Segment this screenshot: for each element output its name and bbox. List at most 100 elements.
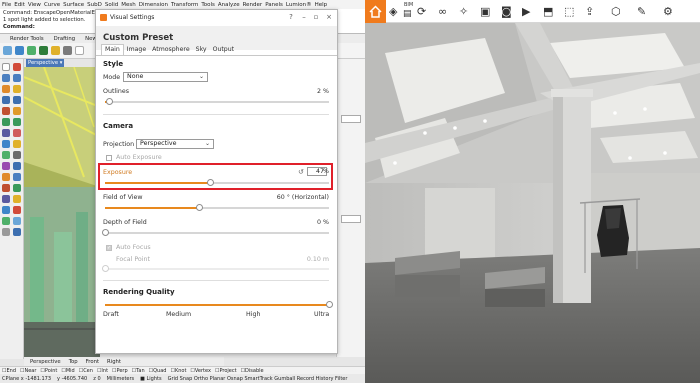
status-layer[interactable]: ■ Lights <box>140 376 161 382</box>
menu-subd[interactable]: SubD <box>87 2 102 8</box>
boolean-icon[interactable] <box>13 129 21 137</box>
viewport-tab-perspective[interactable]: Perspective <box>30 359 61 365</box>
perspective-viewport[interactable] <box>24 67 100 357</box>
dof-slider[interactable] <box>101 229 329 236</box>
menu-help[interactable]: Help <box>315 2 328 8</box>
osnap-near[interactable]: ☐Near <box>20 368 36 374</box>
render-icon[interactable] <box>13 228 21 236</box>
viewport-tab-top[interactable]: Top <box>69 359 78 365</box>
menu-view[interactable]: View <box>28 2 41 8</box>
maximize-icon[interactable]: ▫ <box>311 13 321 21</box>
tab-main[interactable]: Main <box>101 44 124 55</box>
status-units[interactable]: Millimeters <box>107 376 135 382</box>
walk-icon[interactable]: ∞ <box>438 6 447 17</box>
light-icon[interactable] <box>51 46 60 55</box>
menu-curve[interactable]: Curve <box>44 2 60 8</box>
trim-icon[interactable] <box>13 151 21 159</box>
menu-file[interactable]: File <box>2 2 11 8</box>
compass-icon[interactable]: ✧ <box>459 6 468 17</box>
solid-icon[interactable] <box>13 118 21 126</box>
mirror-icon[interactable] <box>2 195 10 203</box>
menu-panels[interactable]: Panels <box>265 2 283 8</box>
quality-high-label[interactable]: High <box>246 311 260 318</box>
video-icon[interactable]: ▶ <box>522 6 530 17</box>
split-icon[interactable] <box>2 151 10 159</box>
osnap-quad[interactable]: ☐Quad <box>149 368 167 374</box>
exposure-slider-thumb[interactable] <box>206 179 214 186</box>
quality-medium-label[interactable]: Medium <box>166 311 191 318</box>
settings-icon[interactable]: ⚙ <box>663 6 673 17</box>
osnap-perp[interactable]: ☐Perp <box>112 368 128 374</box>
menu-surface[interactable]: Surface <box>63 2 84 8</box>
move-icon[interactable] <box>2 173 10 181</box>
panorama-icon[interactable]: ⬒ <box>543 6 553 17</box>
osnap-project[interactable]: ☐Project <box>215 368 237 374</box>
display-icon[interactable] <box>63 46 72 55</box>
copy-icon[interactable] <box>13 173 21 181</box>
fov-slider-thumb[interactable] <box>195 204 203 211</box>
osnap-end[interactable]: ☐End <box>2 368 16 374</box>
dimension-icon[interactable] <box>2 206 10 214</box>
osnap-knot[interactable]: ☐Knot <box>170 368 186 374</box>
menu-edit[interactable]: Edit <box>14 2 25 8</box>
projection-select[interactable]: Perspective ⌄ <box>136 139 214 149</box>
menu-solid[interactable]: Solid <box>105 2 118 8</box>
curve-icon[interactable] <box>2 85 10 93</box>
fillet-icon[interactable] <box>2 140 10 148</box>
viewport-tab-right[interactable]: Right <box>107 359 121 365</box>
surface-icon[interactable] <box>13 107 21 115</box>
menu-render[interactable]: Render <box>243 2 263 8</box>
menu-transform[interactable]: Transform <box>171 2 198 8</box>
osnap-tan[interactable]: ☐Tan <box>132 368 145 374</box>
new-file-icon[interactable] <box>3 46 12 55</box>
exposure-slider[interactable] <box>105 179 329 186</box>
join-icon[interactable] <box>2 162 10 170</box>
quality-ultra-label[interactable]: Ultra <box>314 311 329 318</box>
layers-icon[interactable]: ◈ <box>389 6 397 17</box>
extrude-icon[interactable] <box>2 118 10 126</box>
offset-icon[interactable] <box>13 140 21 148</box>
menu-mesh[interactable]: Mesh <box>121 2 135 8</box>
cube-icon[interactable]: ⬚ <box>564 6 574 17</box>
enscape-render-view[interactable] <box>365 23 700 383</box>
camera-icon[interactable]: ◙ <box>501 6 512 17</box>
help-icon[interactable]: ? <box>286 13 296 21</box>
mesh-icon[interactable] <box>2 129 10 137</box>
status-modes[interactable]: Grid Snap Ortho Planar Osnap SmartTrack … <box>168 376 348 382</box>
menu-tools[interactable]: Tools <box>201 2 215 8</box>
osnap-int[interactable]: ☐Int <box>97 368 108 374</box>
dof-slider-thumb[interactable] <box>101 229 109 236</box>
fov-slider[interactable] <box>105 204 329 211</box>
panel-field[interactable] <box>341 115 361 123</box>
blank-icon[interactable] <box>75 46 84 55</box>
line-icon[interactable] <box>2 74 10 82</box>
menu-dimension[interactable]: Dimension <box>139 2 168 8</box>
tab-image[interactable]: Image <box>124 45 149 55</box>
outlines-slider[interactable] <box>105 98 329 105</box>
quality-slider-thumb[interactable] <box>325 301 333 308</box>
tab-output[interactable]: Output <box>210 45 238 55</box>
minimize-icon[interactable]: – <box>299 13 309 21</box>
clapper-icon[interactable]: ▣ <box>480 6 490 17</box>
osnap-disable[interactable]: ☐Disable <box>241 368 264 374</box>
menu-analyze[interactable]: Analyze <box>218 2 240 8</box>
save-icon[interactable] <box>15 46 24 55</box>
circle-icon[interactable] <box>13 85 21 93</box>
osnap-point[interactable]: ☐Point <box>40 368 57 374</box>
menu-lumion[interactable]: Lumion® <box>286 2 312 8</box>
point-icon[interactable] <box>13 63 21 71</box>
pen-icon[interactable]: ✎ <box>637 6 646 17</box>
viewport-title[interactable]: Perspective ▾ <box>26 59 64 67</box>
assets-icon[interactable]: ⬡ <box>611 6 621 17</box>
osnap-mid[interactable]: ☐Mid <box>61 368 74 374</box>
explode-icon[interactable] <box>13 162 21 170</box>
viewport-tab-front[interactable]: Front <box>86 359 99 365</box>
bim-icon[interactable]: ▤ <box>403 9 412 20</box>
quality-slider[interactable] <box>105 301 333 308</box>
rotate-icon[interactable] <box>2 184 10 192</box>
tab-sky[interactable]: Sky <box>193 45 210 55</box>
analyze-icon[interactable] <box>2 228 10 236</box>
osnap-vertex[interactable]: ☐Vertex <box>190 368 211 374</box>
panel-dropdown[interactable] <box>341 215 361 223</box>
outlines-slider-thumb[interactable] <box>105 98 113 105</box>
